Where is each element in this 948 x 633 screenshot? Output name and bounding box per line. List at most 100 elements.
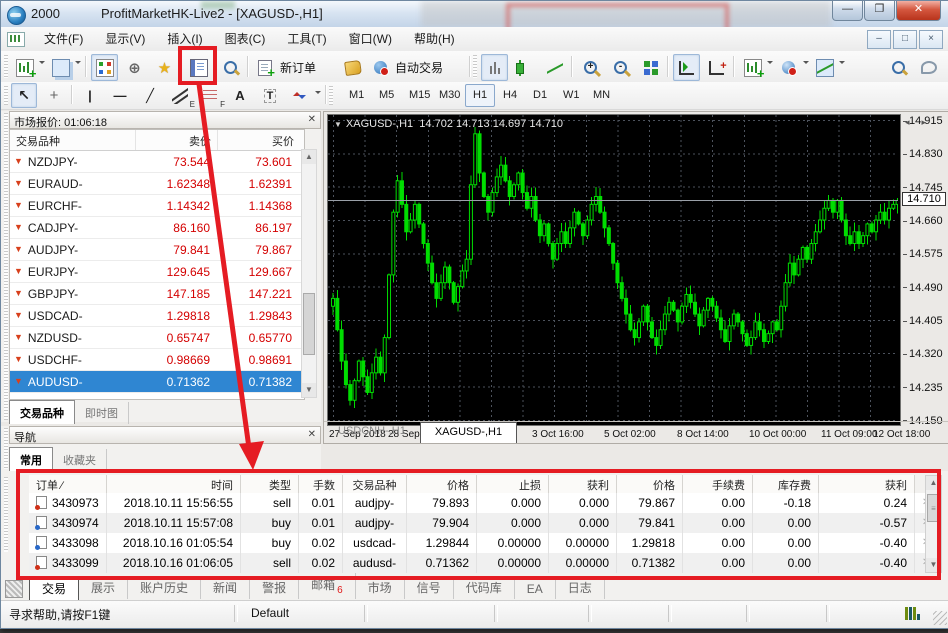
market-watch-row[interactable]: ▼ USDCAD- 1.29818 1.29843 [10, 305, 304, 327]
autotrading-button[interactable]: 自动交易 [369, 54, 467, 81]
templates-button[interactable] [811, 54, 838, 81]
menu-item-帮助[interactable]: 帮助(H) [403, 28, 466, 50]
chart-tab-XAGUSD-,H1[interactable]: XAGUSD-,H1 [419, 422, 518, 443]
child-close-button[interactable]: × [919, 30, 943, 49]
profiles-dropdown-icon[interactable] [75, 61, 81, 67]
orders-column-11[interactable]: 库存费 [753, 475, 819, 493]
terminal-grip-icon[interactable] [5, 580, 23, 598]
market-watch-row[interactable]: ▼USDJPY-111.875111.894 [10, 393, 304, 400]
timeframe-button-M30[interactable]: M30 [431, 84, 468, 107]
trendline-tool-button[interactable]: ╱ [137, 83, 163, 108]
orders-column-7[interactable]: 止损 [477, 475, 549, 493]
orders-column-6[interactable]: 价格 [407, 475, 477, 493]
order-row[interactable]: 3430974 2018.10.11 15:57:08 buy 0.01 audjpy-… [29, 513, 933, 533]
close-icon[interactable]: ✕ [308, 429, 316, 440]
panel-grip[interactable] [4, 428, 8, 469]
periods-dropdown-icon[interactable] [803, 61, 809, 67]
chart-tab-scroll-icons[interactable]: ◂▸ [905, 117, 938, 128]
tab-交易品种[interactable]: 交易品种 [9, 400, 75, 424]
tab-收藏夹[interactable]: 收藏夹 [53, 449, 107, 471]
arrows-tool-button[interactable] [287, 83, 313, 108]
data-window-button[interactable]: ⊕ [121, 54, 148, 81]
chart-tab-USDCNH-,H1[interactable]: USDCNH-,H1 [324, 422, 420, 443]
orders-column-3[interactable]: 类型 [241, 475, 299, 493]
terminal-tab-账户历史[interactable]: 账户历史 [128, 576, 202, 599]
menu-item-工具[interactable]: 工具(T) [276, 28, 337, 50]
fibonacci-tool-button[interactable]: F [197, 83, 225, 109]
column-ask[interactable]: 买价 [218, 130, 300, 150]
price-axis[interactable]: 14.915 14.830 14.745 14.660 14.575 14.490 14.4… [901, 114, 946, 427]
cursor-tool-button[interactable]: ↖ [11, 83, 37, 108]
terminal-tab-代码库[interactable]: 代码库 [454, 576, 515, 599]
toolbar-grip[interactable] [329, 86, 333, 105]
crosshair-tool-button[interactable]: + [41, 83, 67, 108]
horizontal-line-tool-button[interactable]: — [107, 83, 133, 108]
tab-即时图[interactable]: 即时图 [75, 402, 129, 424]
close-button[interactable]: ✕ [896, 1, 941, 21]
orders-column-4[interactable]: 手数 [299, 475, 343, 493]
orders-column-9[interactable]: 价格 [617, 475, 683, 493]
market-watch-row[interactable]: ▼ NZDJPY- 73.544 73.601 [10, 151, 304, 173]
candlestick-button[interactable] [511, 54, 538, 81]
menu-item-显示[interactable]: 显示(V) [94, 28, 156, 50]
order-row[interactable]: 3433098 2018.10.16 01:05:54 buy 0.02 usdcad-… [29, 533, 933, 553]
terminal-scrollbar[interactable]: ▲ ≡ ▼ [925, 475, 942, 573]
resize-grip[interactable] [933, 611, 947, 625]
panel-grip[interactable] [4, 113, 8, 420]
new-chart-dropdown-icon[interactable] [39, 61, 45, 67]
orders-column-5[interactable]: 交易品种 [343, 475, 407, 493]
terminal-tab-EA[interactable]: EA [515, 579, 556, 599]
market-watch-button[interactable] [91, 54, 118, 81]
scroll-thumb[interactable]: ≡ [927, 494, 940, 522]
restore-button[interactable]: ❐ [864, 1, 895, 21]
order-row[interactable]: 3430973 2018.10.11 15:56:55 sell 0.01 audjpy… [29, 493, 933, 513]
timeframe-button-D1[interactable]: D1 [525, 84, 555, 107]
text-label-tool-button[interactable]: T [257, 83, 283, 108]
terminal-button[interactable] [185, 54, 212, 81]
text-tool-button[interactable]: A [227, 83, 253, 108]
orders-column-8[interactable]: 获利 [549, 475, 617, 493]
menu-item-窗口[interactable]: 窗口(W) [338, 28, 403, 50]
zoom-out-button[interactable]: - [607, 54, 634, 81]
templates-dropdown-icon[interactable] [839, 61, 845, 67]
timeframe-button-M1[interactable]: M1 [341, 84, 372, 107]
menu-item-文件[interactable]: 文件(F) [33, 28, 94, 50]
terminal-tab-日志[interactable]: 日志 [556, 576, 605, 599]
scroll-up-icon[interactable]: ▲ [926, 476, 941, 490]
toolbar-grip[interactable] [4, 86, 8, 105]
scroll-down-icon[interactable]: ▼ [926, 558, 941, 572]
market-watch-row[interactable]: ▼ NZDUSD- 0.65747 0.65770 [10, 327, 304, 349]
strategy-tester-button[interactable] [217, 54, 244, 81]
zoom-in-button[interactable]: + [577, 54, 604, 81]
orders-column-10[interactable]: 手续费 [683, 475, 753, 493]
market-watch-row[interactable]: ▼ CADJPY- 86.160 86.197 [10, 217, 304, 239]
menu-item-插入[interactable]: 插入(I) [156, 28, 213, 50]
terminal-tab-信号[interactable]: 信号 [405, 576, 454, 599]
panel-grip[interactable] [4, 477, 8, 552]
new-chart-button[interactable]: + [11, 54, 38, 81]
chart-plot-area[interactable]: ▼ XAGUSD-,H1 14.702 14.713 14.697 14.710 [327, 114, 901, 426]
child-restore-button[interactable]: □ [893, 30, 917, 49]
line-chart-button[interactable] [541, 54, 568, 81]
chat-button[interactable] [915, 54, 942, 81]
market-watch-row[interactable]: ▼ EURCHF- 1.14342 1.14368 [10, 195, 304, 217]
child-minimize-button[interactable]: – [867, 30, 891, 49]
timeframe-button-H1[interactable]: H1 [465, 84, 496, 107]
chart-shift-button[interactable] [703, 54, 730, 81]
terminal-tab-新闻[interactable]: 新闻 [201, 576, 251, 599]
terminal-tab-展示[interactable]: 展示 [79, 576, 129, 599]
market-watch-row[interactable]: ▼ EURJPY- 129.645 129.667 [10, 261, 304, 283]
vertical-line-tool-button[interactable]: | [77, 83, 103, 108]
menu-item-图表[interactable]: 图表(C) [214, 28, 277, 50]
toolbar-grip[interactable] [4, 55, 8, 78]
navigator-button[interactable]: ★ [151, 54, 178, 81]
periods-button[interactable] [775, 54, 802, 81]
terminal-tab-市场[interactable]: 市场 [356, 576, 405, 599]
auto-scroll-button[interactable] [673, 54, 700, 81]
order-row[interactable]: 3433099 2018.10.16 01:06:05 sell 0.02 audusd… [29, 553, 933, 573]
bar-chart-button[interactable] [481, 54, 508, 81]
timeframe-button-H4[interactable]: H4 [495, 84, 525, 107]
new-order-button[interactable]: + 新订单 [253, 54, 337, 81]
market-watch-row[interactable]: ▼ EURAUD- 1.62348 1.62391 [10, 173, 304, 195]
orders-column-1[interactable]: 订单 ∕ [29, 475, 107, 493]
